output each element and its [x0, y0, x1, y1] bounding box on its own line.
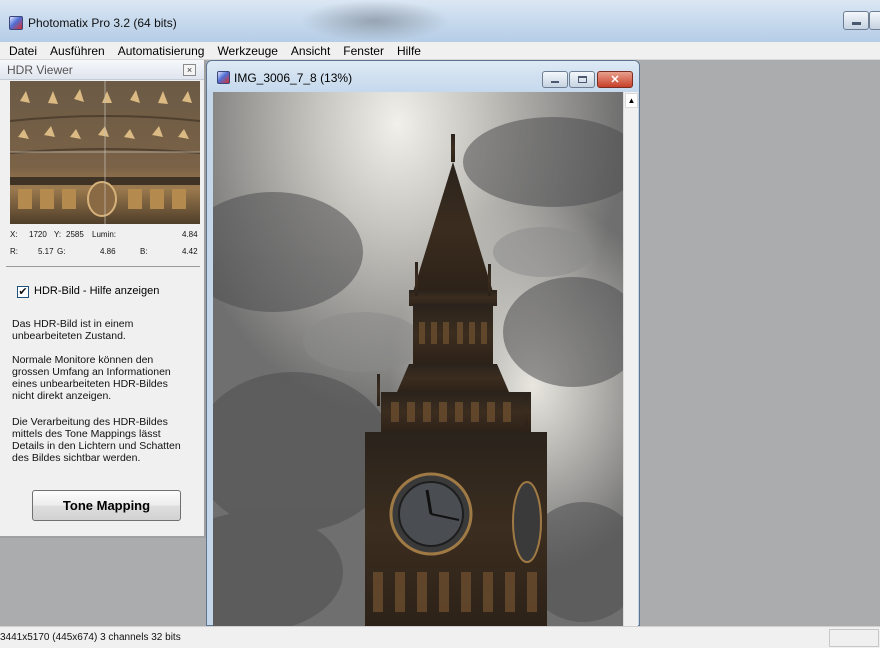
g-label: G:	[57, 247, 66, 256]
pixel-readout-row-1: X: 1720 Y: 2585 Lumin: 4.84	[10, 230, 200, 244]
g-value: 4.86	[100, 247, 116, 256]
show-help-checkbox-label[interactable]: HDR-Bild - Hilfe anzeigen	[34, 285, 159, 297]
help-line: Das HDR-Bild ist in einem	[12, 318, 134, 330]
minimize-icon	[551, 81, 559, 83]
title-bar: Photomatix Pro 3.2 (64 bits)	[0, 0, 880, 42]
menu-bar: Datei Ausführen Automatisierung Werkzeug…	[0, 42, 880, 60]
help-line: unbearbeiteten Zustand.	[12, 330, 126, 342]
luminance-value: 4.84	[182, 230, 198, 239]
b-label: B:	[140, 247, 148, 256]
hdr-image-canvas[interactable]	[213, 92, 623, 626]
maximize-icon	[577, 76, 587, 83]
pixel-readout-row-2: R: 5.17 G: 4.86 B: 4.42	[10, 247, 200, 261]
zoom-thumbnail-image	[10, 81, 200, 224]
luminance-label: Lumin:	[92, 230, 117, 239]
image-document-window: IMG_3006_7_8 (13%) ✕ ▲	[206, 60, 640, 626]
help-line: des Bildes sichtbar werden.	[12, 452, 141, 464]
close-icon: ✕	[610, 74, 620, 86]
help-line: mittels des Tone Mappings lässt	[12, 428, 161, 440]
image-maximize-button[interactable]	[569, 71, 595, 88]
r-value: 5.17	[38, 247, 54, 256]
help-paragraph-3: Die Verarbeitung des HDR-Bildes mittels …	[12, 416, 198, 464]
image-window-titlebar[interactable]: IMG_3006_7_8 (13%) ✕	[207, 61, 639, 92]
menu-automatisierung[interactable]: Automatisierung	[111, 44, 211, 58]
close-icon[interactable]: ×	[183, 64, 196, 76]
minimize-icon	[851, 21, 861, 25]
image-vertical-scrollbar[interactable]: ▲	[623, 92, 638, 626]
window-title: Photomatix Pro 3.2 (64 bits)	[28, 16, 177, 30]
image-minimize-button[interactable]	[542, 71, 568, 88]
hdr-viewer-header[interactable]: HDR Viewer ×	[0, 60, 204, 80]
y-value: 2585	[66, 230, 84, 239]
help-line: nicht direkt anzeigen.	[12, 390, 112, 402]
y-label: Y:	[54, 230, 62, 239]
hdr-viewer-panel: HDR Viewer × X: 1720 Y: 2585 Lumin: 4.84…	[0, 60, 206, 538]
x-value: 1720	[29, 230, 47, 239]
help-paragraph-1: Das HDR-Bild ist in einem unbearbeiteten…	[12, 318, 198, 342]
menu-fenster[interactable]: Fenster	[336, 44, 390, 58]
menu-werkzeuge[interactable]: Werkzeuge	[210, 44, 283, 58]
scroll-up-arrow-icon[interactable]: ▲	[625, 93, 638, 108]
help-line: Details in den Lichtern und Schatten	[12, 440, 181, 452]
big-ben-hdr-image	[213, 92, 623, 626]
status-image-info: 3441x5170 (445x674) 3 channels 32 bits	[0, 632, 181, 643]
b-value: 4.42	[182, 247, 198, 256]
hdr-viewer-title: HDR Viewer	[7, 63, 73, 77]
show-help-checkbox[interactable]: ✔	[17, 286, 29, 298]
photomatix-app-icon[interactable]	[217, 71, 230, 84]
status-pane	[829, 629, 879, 647]
r-label: R:	[10, 247, 18, 256]
help-line: Normale Monitore können den	[12, 354, 154, 366]
menu-ausfuehren[interactable]: Ausführen	[43, 44, 111, 58]
photomatix-app-icon[interactable]	[9, 16, 23, 30]
menu-datei[interactable]: Datei	[2, 44, 43, 58]
title-bar-glow	[300, 0, 450, 42]
minimize-button[interactable]	[843, 11, 869, 30]
menu-hilfe[interactable]: Hilfe	[390, 44, 427, 58]
x-label: X:	[10, 230, 18, 239]
help-paragraph-2: Normale Monitore können den grossen Umfa…	[12, 354, 198, 402]
help-line: eines unbearbeiteten HDR-Bildes	[12, 378, 168, 390]
viewer-separator	[6, 266, 200, 267]
window-controls	[843, 11, 880, 31]
image-window-title: IMG_3006_7_8 (13%)	[234, 71, 353, 85]
maximize-button[interactable]	[869, 11, 880, 30]
help-line: grossen Umfang an Informationen	[12, 366, 171, 378]
menu-ansicht[interactable]: Ansicht	[284, 44, 336, 58]
image-close-button[interactable]: ✕	[597, 71, 633, 88]
help-line: Die Verarbeitung des HDR-Bildes	[12, 416, 168, 428]
hdr-viewer-zoom-thumbnail[interactable]	[10, 81, 200, 224]
status-bar: 3441x5170 (445x674) 3 channels 32 bits	[0, 626, 880, 648]
tone-mapping-button[interactable]: Tone Mapping	[32, 490, 181, 521]
